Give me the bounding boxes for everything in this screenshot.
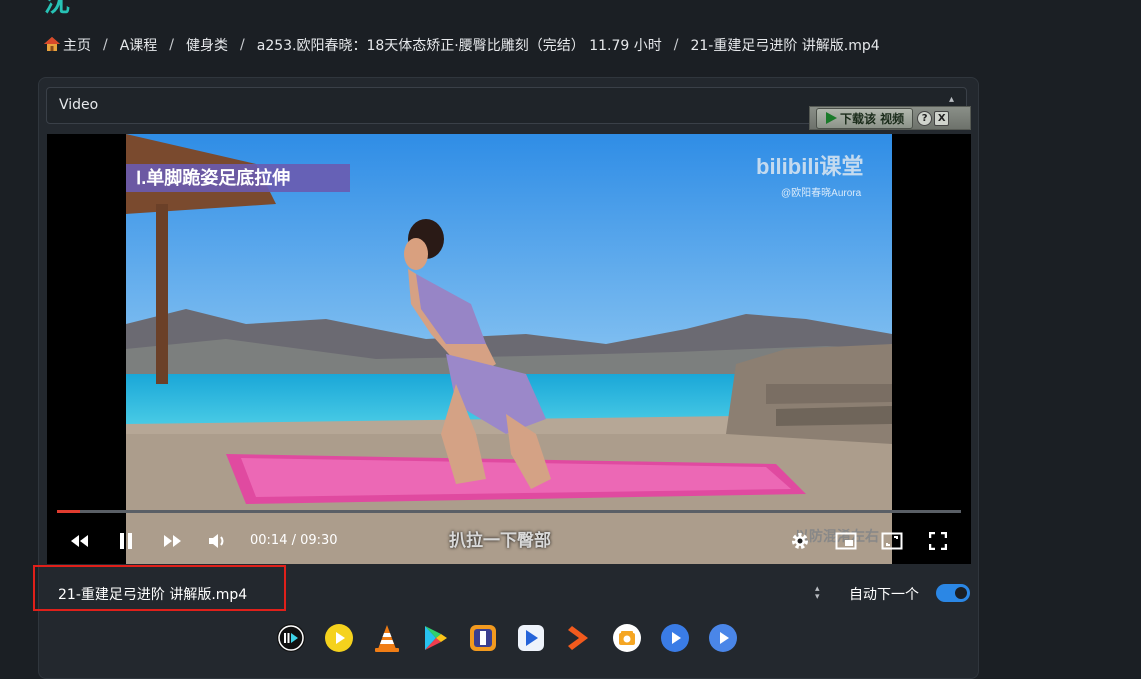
fast-forward-icon bbox=[164, 535, 181, 547]
breadcrumb: 主页 / A课程 / 健身类 / a253.欧阳春晓：18天体态矫正·腰臀比雕刻… bbox=[44, 35, 880, 55]
vlc-icon[interactable] bbox=[372, 623, 402, 653]
volume-button[interactable] bbox=[203, 527, 233, 555]
video-subtitle: 扒拉一下臀部 bbox=[449, 531, 551, 551]
breadcrumb-separator: / bbox=[103, 37, 108, 53]
rewind-button[interactable] bbox=[65, 527, 95, 555]
download-video-label: 下载该 视频 bbox=[840, 111, 905, 126]
breadcrumb-item-fitness[interactable]: 健身类 bbox=[186, 35, 228, 55]
toggle-knob bbox=[955, 587, 967, 599]
video-player[interactable]: Ⅰ.单脚跪姿足底拉伸 bilibili课堂 @欧阳春晓Aurora 扒拉一下臀部… bbox=[47, 134, 971, 564]
external-player-list bbox=[276, 623, 738, 653]
fileball-icon[interactable] bbox=[564, 623, 594, 653]
pause-icon bbox=[120, 533, 132, 549]
google-play-icon[interactable] bbox=[420, 623, 450, 653]
fast-forward-button[interactable] bbox=[157, 527, 187, 555]
fullscreen-button[interactable] bbox=[923, 527, 953, 555]
iina-icon[interactable] bbox=[708, 623, 738, 653]
breadcrumb-home[interactable]: 主页 bbox=[44, 35, 91, 55]
web-fullscreen-icon bbox=[881, 532, 903, 550]
gear-icon bbox=[792, 533, 808, 549]
breadcrumb-item-courses[interactable]: A课程 bbox=[120, 35, 158, 55]
time-display: 00:14 / 09:30 bbox=[250, 533, 338, 548]
play-icon bbox=[826, 112, 837, 124]
video-overlay-title: Ⅰ.单脚跪姿足底拉伸 bbox=[136, 167, 290, 188]
breadcrumb-separator: / bbox=[169, 37, 175, 53]
video-frame: Ⅰ.单脚跪姿足底拉伸 bilibili课堂 @欧阳春晓Aurora bbox=[126, 134, 892, 564]
potplayer-icon[interactable] bbox=[276, 623, 306, 653]
autonext-label: 自动下一个 bbox=[849, 587, 919, 603]
web-fullscreen-button[interactable] bbox=[877, 527, 907, 555]
rewind-icon bbox=[71, 535, 88, 547]
picture-in-picture-icon bbox=[835, 532, 857, 550]
mx-player-icon[interactable] bbox=[660, 623, 690, 653]
pip-button[interactable] bbox=[831, 527, 861, 555]
sort-arrows-icon[interactable]: ▴ ▾ bbox=[815, 585, 820, 602]
video-card: Video ▴▾ bbox=[33, 77, 979, 679]
download-video-button[interactable]: 下载该 视频 bbox=[816, 107, 914, 129]
volume-icon bbox=[209, 534, 224, 548]
breadcrumb-home-label: 主页 bbox=[63, 38, 91, 54]
top-logo: 沈 bbox=[44, 0, 71, 18]
preview-type-value: Video bbox=[59, 97, 99, 113]
download-close-button[interactable]: X bbox=[934, 110, 950, 126]
video-author: @欧阳春晓Aurora bbox=[781, 187, 862, 199]
settings-button[interactable] bbox=[785, 527, 815, 555]
download-help-button[interactable]: ? bbox=[917, 110, 933, 126]
breadcrumb-item-current-file[interactable]: 21-重建足弓进阶 讲解版.mp4 bbox=[690, 35, 879, 55]
download-video-bar: 下载该 视频 ? X bbox=[809, 106, 971, 130]
fullscreen-icon bbox=[929, 532, 947, 550]
progress-bar[interactable] bbox=[57, 510, 961, 513]
breadcrumb-item-course-folder[interactable]: a253.欧阳春晓：18天体态矫正·腰臀比雕刻（完结） 11.79 小时 bbox=[257, 35, 662, 55]
breadcrumb-separator: / bbox=[240, 37, 245, 53]
vidhub-icon[interactable] bbox=[612, 623, 642, 653]
kmplayer-icon[interactable] bbox=[324, 623, 354, 653]
infuse-icon[interactable] bbox=[468, 623, 498, 653]
autonext-toggle[interactable] bbox=[936, 584, 970, 602]
nplayer-icon[interactable] bbox=[516, 623, 546, 653]
home-icon bbox=[44, 37, 60, 51]
video-brand: bilibili课堂 bbox=[756, 154, 864, 179]
progress-fill bbox=[57, 510, 80, 513]
breadcrumb-separator: / bbox=[673, 37, 679, 53]
pause-button[interactable] bbox=[111, 527, 141, 555]
file-name: 21-重建足弓进阶 讲解版.mp4 bbox=[58, 587, 248, 603]
